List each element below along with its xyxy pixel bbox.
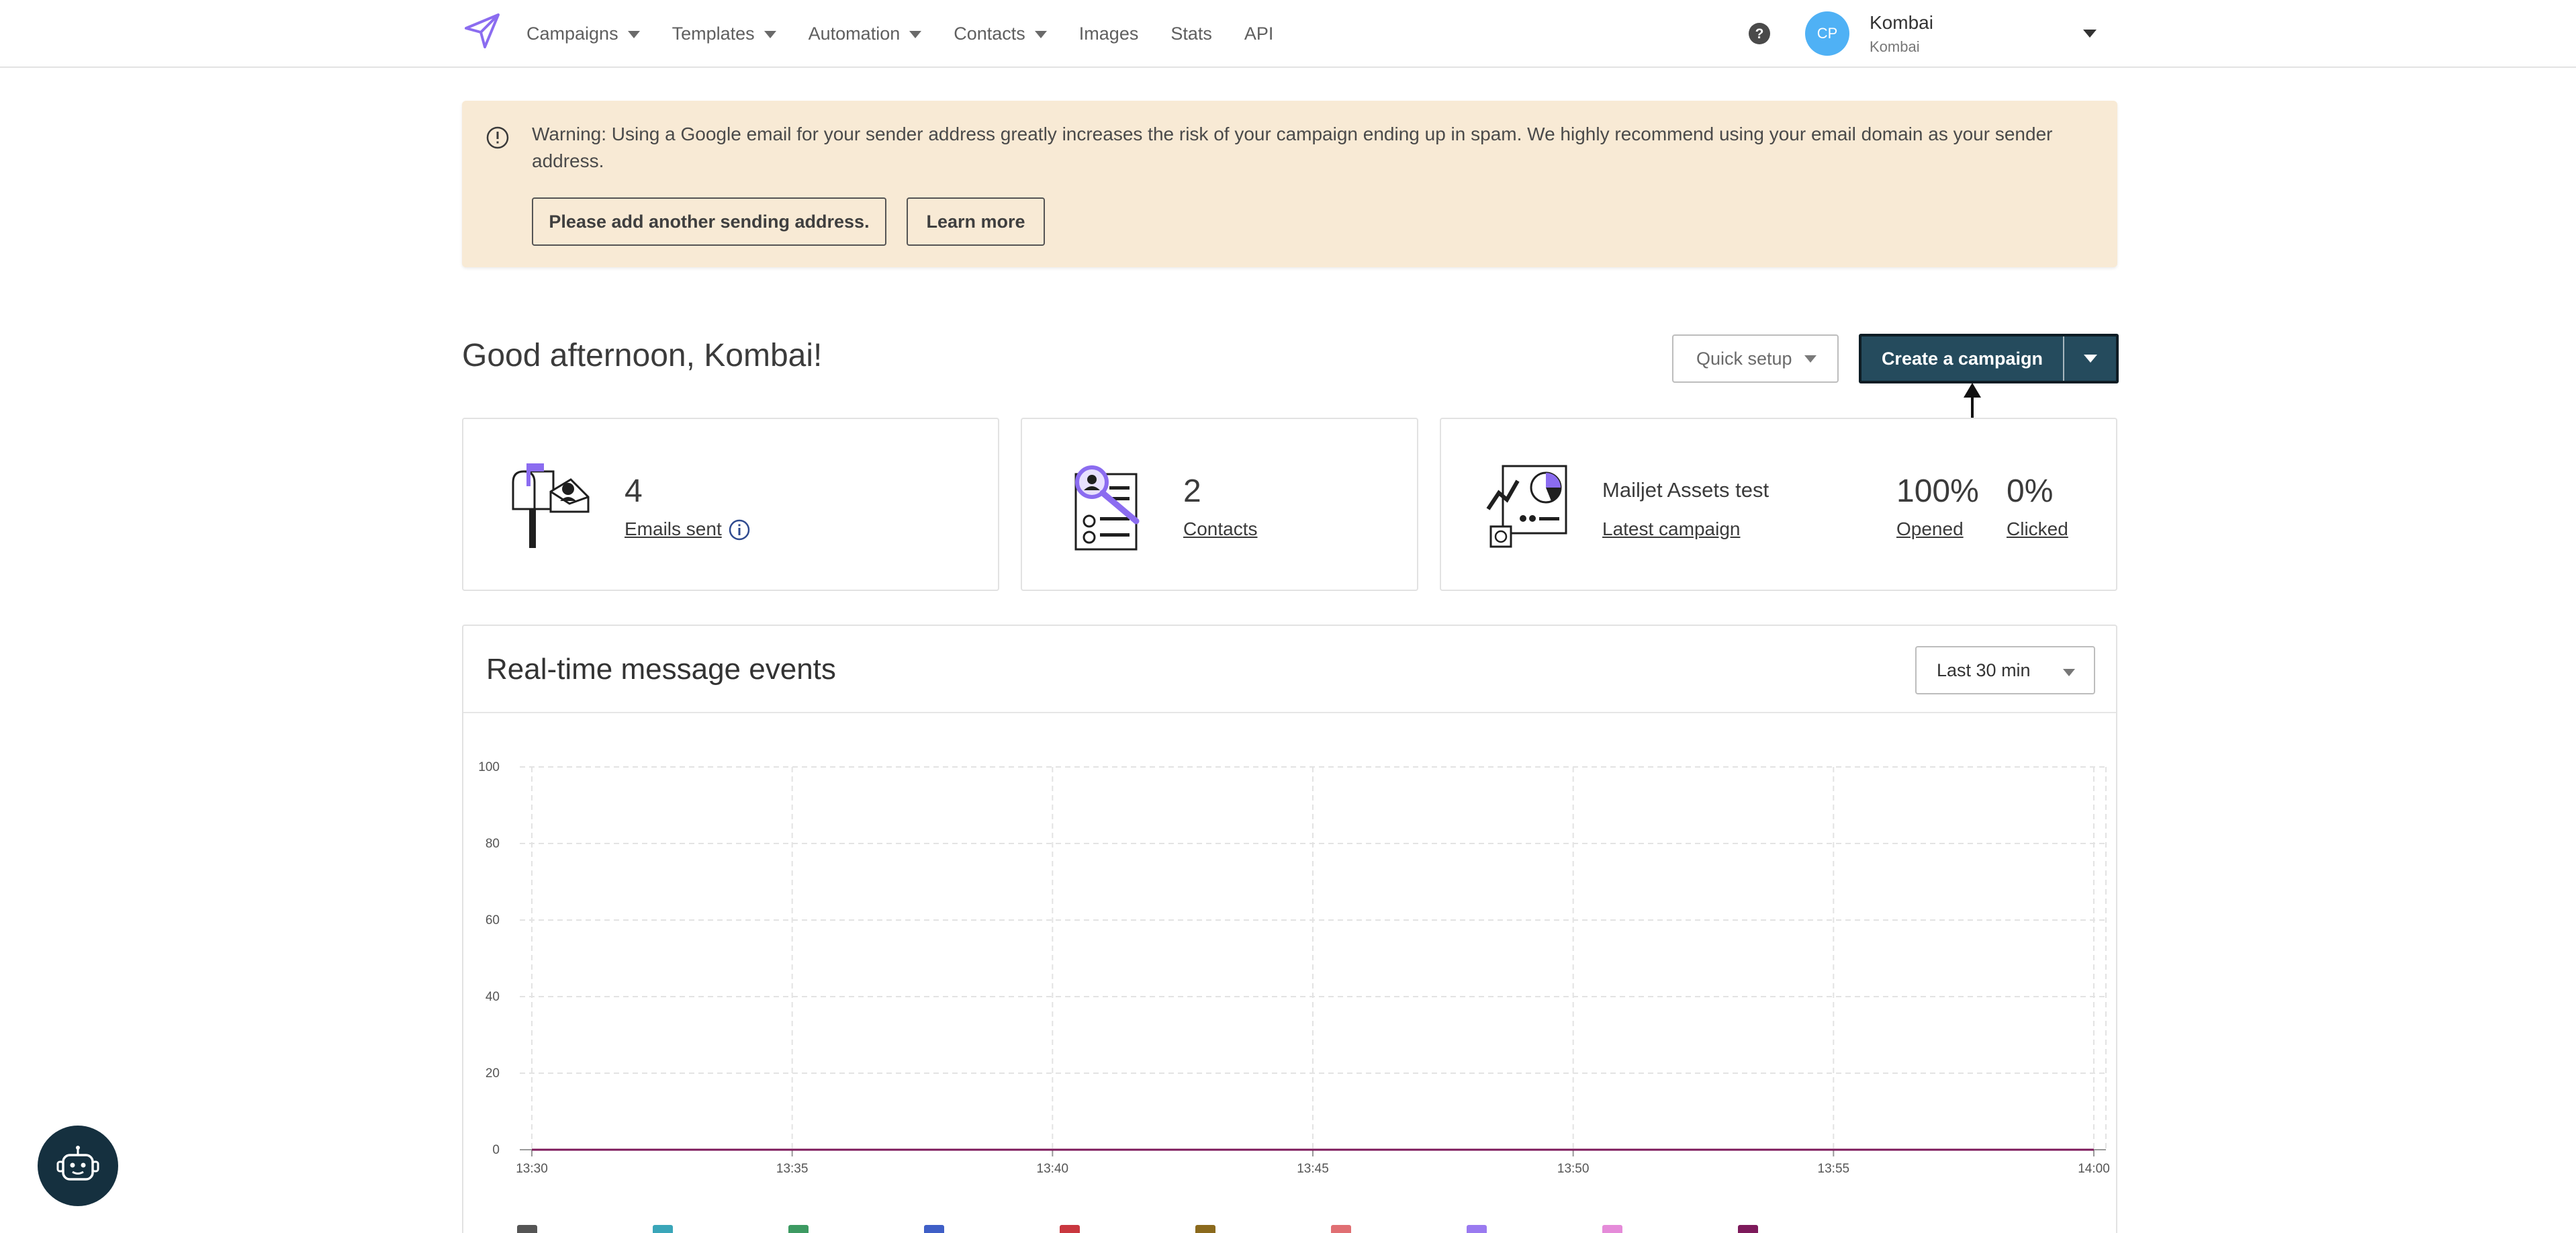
nav-item-images[interactable]: Images [1079, 24, 1139, 44]
chevron-down-icon [627, 30, 640, 38]
create-campaign-dropdown-toggle[interactable] [2064, 355, 2116, 363]
mailbox-illustration-icon [512, 463, 590, 548]
create-campaign-label[interactable]: Create a campaign [1861, 349, 2063, 369]
legend-swatch [1060, 1225, 1080, 1233]
nav-item-label: Images [1078, 23, 1139, 44]
nav-item-label: Automation [808, 23, 901, 44]
emails-sent-link[interactable]: Emails sent [625, 518, 722, 540]
opened-value: 100% [1896, 473, 1979, 509]
nav-item-automation[interactable]: Automation [809, 24, 922, 44]
learn-more-button[interactable]: Learn more [907, 197, 1045, 246]
nav-item-stats[interactable]: Stats [1170, 24, 1212, 44]
nav-item-api[interactable]: API [1244, 24, 1274, 44]
nav-item-templates[interactable]: Templates [672, 24, 776, 44]
y-tick-label: 20 [486, 1066, 500, 1081]
contacts-value: 2 [1183, 473, 1201, 509]
x-tick-label: 13:50 [1557, 1162, 1590, 1176]
x-tick-label: 13:55 [1818, 1162, 1850, 1176]
legend-swatch [1467, 1225, 1487, 1233]
legend-swatch [1602, 1225, 1622, 1233]
avatar[interactable]: CP [1805, 11, 1849, 56]
nav-item-label: Stats [1170, 23, 1212, 44]
greeting-heading: Good afternoon, Kombai! [462, 338, 823, 373]
x-tick-label: 13:45 [1297, 1162, 1329, 1176]
nav-item-label: Templates [672, 23, 755, 44]
chevron-down-icon [909, 30, 922, 38]
top-navbar: Campaigns Templates Automation Contacts Imag… [0, 0, 2576, 68]
nav-item-label: API [1244, 23, 1274, 44]
chatbot-button[interactable] [38, 1126, 118, 1206]
legend-swatch [1331, 1225, 1351, 1233]
realtime-line-chart: 0 20 40 60 80 100 13:30 13:35 13:40 13:45 13:50 13:… [478, 760, 2110, 1233]
chevron-down-icon [1034, 30, 1047, 38]
y-tick-label: 100 [478, 760, 500, 774]
nav-item-label: Campaigns [526, 23, 618, 44]
y-tick-label: 60 [486, 913, 500, 927]
legend-swatch [1738, 1225, 1758, 1233]
contacts-link[interactable]: Contacts [1183, 518, 1258, 540]
latest-campaign-link[interactable]: Latest campaign [1602, 518, 1740, 540]
warning-text: Warning: Using a Google email for your s… [532, 124, 2053, 171]
account-chevron-down-icon[interactable] [2083, 30, 2097, 38]
legend-swatch [924, 1225, 944, 1233]
legend-swatch [788, 1225, 809, 1233]
exclamation-circle-icon [486, 126, 509, 149]
x-tick-label: 13:35 [776, 1162, 809, 1176]
warning-banner: Warning: Using a Google email for your s… [462, 101, 2117, 267]
legend-swatch [517, 1225, 537, 1233]
nav-item-contacts[interactable]: Contacts [954, 24, 1047, 44]
realtime-events-panel: Real-time message events Last 30 min 0 20… [462, 625, 2117, 1233]
legend-swatch [1195, 1225, 1215, 1233]
clicked-value: 0% [2007, 473, 2054, 509]
info-icon[interactable] [728, 518, 751, 541]
emails-sent-card: 4 Emails sent [462, 418, 999, 591]
account-name[interactable]: Kombai [1870, 12, 1933, 34]
opened-link[interactable]: Opened [1896, 518, 1964, 540]
quick-setup-label: Quick setup [1696, 348, 1792, 369]
y-tick-label: 40 [486, 990, 500, 1004]
help-icon[interactable]: ? [1747, 21, 1772, 46]
chevron-down-icon [1804, 355, 1816, 363]
latest-campaign-card: Mailjet Assets test Latest campaign 100%… [1440, 418, 2117, 591]
emails-sent-value: 4 [625, 473, 643, 509]
svg-text:?: ? [1755, 26, 1764, 42]
paper-plane-logo-icon[interactable] [462, 11, 502, 51]
y-tick-label: 0 [492, 1143, 500, 1157]
chevron-down-icon [2083, 355, 2097, 363]
x-tick-label: 13:40 [1037, 1162, 1069, 1176]
analytics-report-illustration-icon [1486, 465, 1567, 548]
x-tick-label: 13:30 [516, 1162, 548, 1176]
campaign-name: Mailjet Assets test [1602, 478, 1769, 502]
account-subtitle: Kombai [1870, 38, 1920, 55]
legend-swatch [653, 1225, 673, 1233]
chevron-down-icon [764, 30, 776, 38]
contact-list-illustration-icon [1074, 465, 1140, 551]
nav-item-label: Contacts [954, 23, 1025, 44]
create-campaign-button[interactable]: Create a campaign [1859, 334, 2119, 383]
y-tick-label: 80 [486, 837, 500, 851]
nav-item-campaigns[interactable]: Campaigns [526, 24, 640, 44]
main-menu: Campaigns Templates Automation Contacts Imag… [526, 0, 1305, 67]
clicked-link[interactable]: Clicked [2007, 518, 2068, 540]
contacts-card: 2 Contacts [1021, 418, 1418, 591]
robot-icon [56, 1146, 99, 1181]
quick-setup-button[interactable]: Quick setup [1672, 334, 1839, 383]
x-tick-label: 14:00 [2078, 1162, 2110, 1176]
button-divider [2063, 336, 2064, 381]
add-sending-address-button[interactable]: Please add another sending address. [532, 197, 886, 246]
